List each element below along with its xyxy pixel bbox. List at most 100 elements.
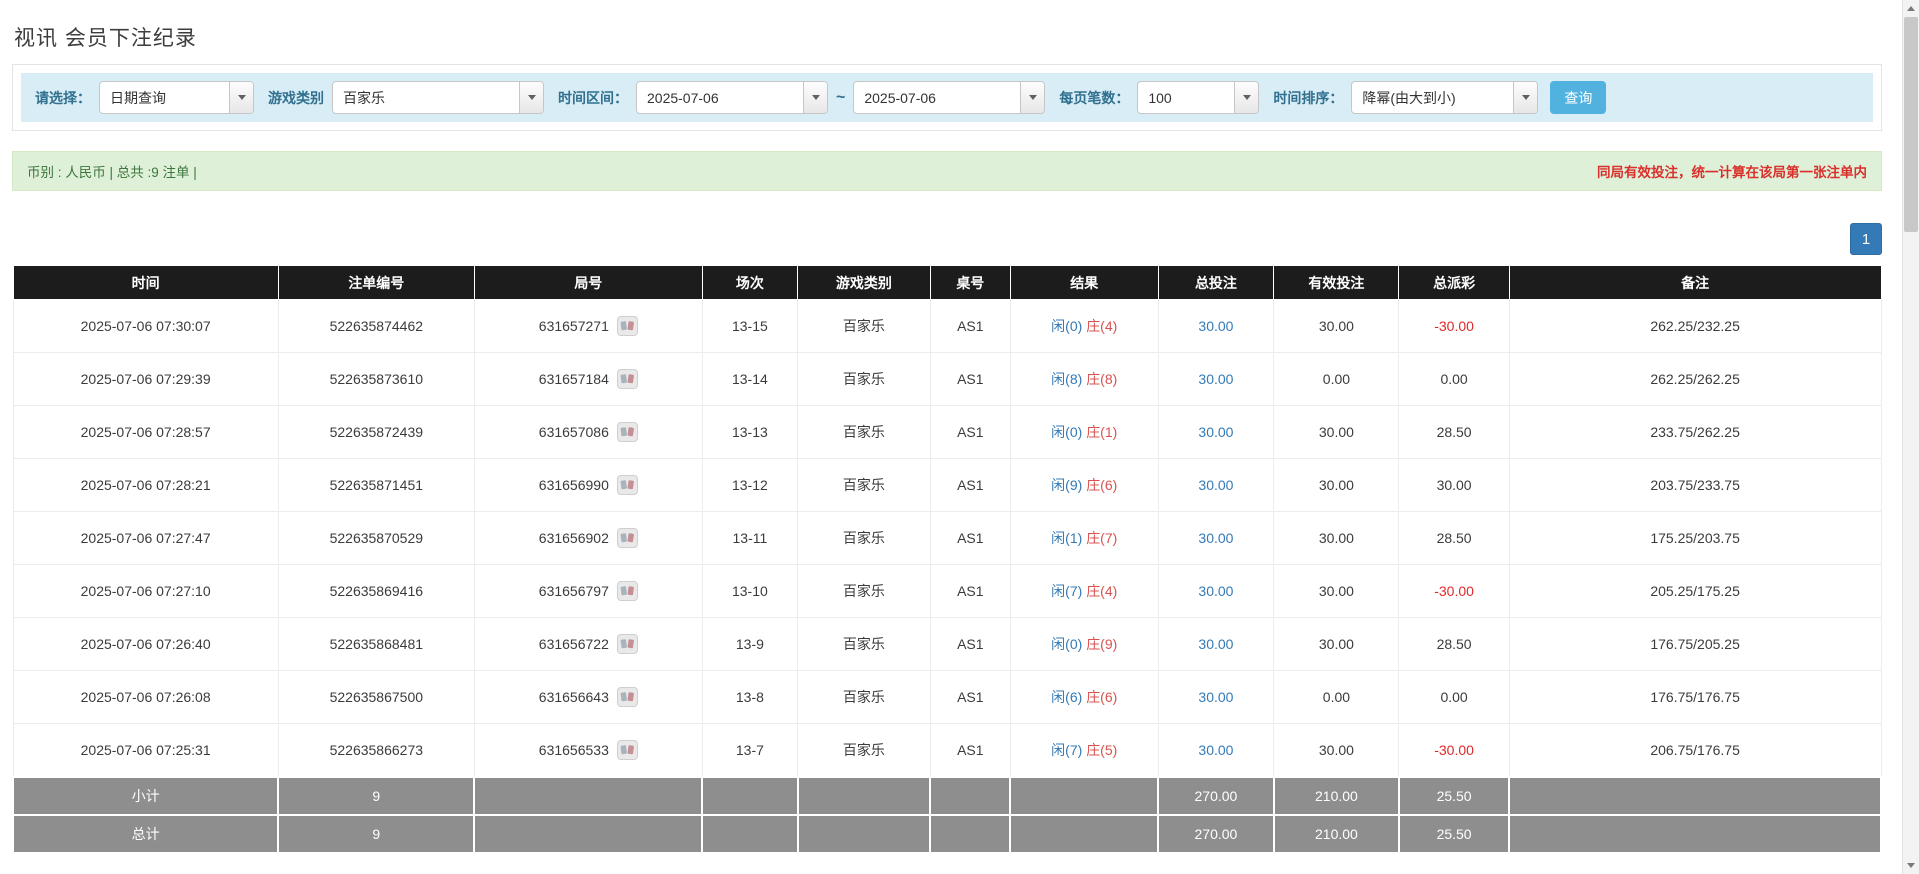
main-content: 视讯 会员下注纪录 请选择： 游戏类别 时间区间： ~ 每页 [0, 0, 1902, 874]
cell-total-bet[interactable]: 30.00 [1158, 671, 1274, 724]
column-header: 注单编号 [278, 266, 474, 300]
grand-total-empty-cell [702, 815, 797, 853]
cell-round-id: 631656990 [474, 459, 702, 512]
query-type-select[interactable] [99, 81, 254, 114]
round-video-icon[interactable] [617, 369, 638, 389]
round-video-icon[interactable] [617, 740, 638, 760]
column-header: 备注 [1509, 266, 1881, 300]
cell-round-id: 631656722 [474, 618, 702, 671]
chevron-down-icon[interactable] [803, 82, 827, 113]
cell-total-bet[interactable]: 30.00 [1158, 353, 1274, 406]
cell-total-bet[interactable]: 30.00 [1158, 724, 1274, 777]
result-banker: 庄(6) [1086, 689, 1117, 705]
grand-total-empty-cell [1509, 815, 1881, 853]
cell-session: 13-11 [702, 512, 797, 565]
cell-total-bet[interactable]: 30.00 [1158, 618, 1274, 671]
result-player: 闲(6) [1051, 689, 1082, 705]
scrollbar-up-arrow[interactable] [1903, 0, 1919, 17]
range-separator: ~ [836, 89, 845, 107]
column-header: 场次 [702, 266, 797, 300]
round-video-icon[interactable] [617, 422, 638, 442]
date-to-select[interactable] [853, 81, 1045, 114]
round-video-icon[interactable] [617, 581, 638, 601]
search-button[interactable]: 查询 [1550, 81, 1606, 114]
date-from-value[interactable] [637, 82, 803, 113]
cell-time: 2025-07-06 07:30:07 [13, 300, 278, 353]
cell-game-type: 百家乐 [798, 353, 931, 406]
scrollbar[interactable] [1902, 0, 1919, 874]
chevron-down-icon[interactable] [1020, 82, 1044, 113]
cell-valid-bet: 30.00 [1274, 406, 1399, 459]
scrollbar-thumb[interactable] [1904, 17, 1918, 232]
result-banker: 庄(7) [1086, 530, 1117, 546]
subtotal-empty-cell [1010, 777, 1158, 815]
time-range-label: 时间区间： [558, 88, 628, 108]
round-video-icon[interactable] [617, 528, 638, 548]
cell-round-id: 631656797 [474, 565, 702, 618]
cell-valid-bet: 30.00 [1274, 565, 1399, 618]
round-video-icon[interactable] [617, 687, 638, 707]
round-video-icon[interactable] [617, 316, 638, 336]
result-player: 闲(7) [1051, 742, 1082, 758]
cell-valid-bet: 30.00 [1274, 512, 1399, 565]
cell-result: 闲(7) 庄(5) [1010, 724, 1158, 777]
cell-remark: 176.75/205.25 [1509, 618, 1881, 671]
cell-bet-id: 522635868481 [278, 618, 474, 671]
cell-total-bet[interactable]: 30.00 [1158, 565, 1274, 618]
page-button-1[interactable]: 1 [1850, 223, 1882, 255]
bet-records-table: 时间注单编号局号场次游戏类别桌号结果总投注有效投注总派彩备注 2025-07-0… [12, 265, 1882, 854]
chevron-down-icon[interactable] [1513, 82, 1537, 113]
filter-bar: 请选择： 游戏类别 时间区间： ~ 每页笔数： [21, 73, 1873, 122]
subtotal-empty-cell [930, 777, 1010, 815]
sort-order-select[interactable] [1351, 81, 1538, 114]
game-type-label: 游戏类别 [268, 88, 324, 108]
cell-session: 13-12 [702, 459, 797, 512]
subtotal-total-bet: 270.00 [1158, 777, 1274, 815]
cell-game-type: 百家乐 [798, 459, 931, 512]
chevron-down-icon[interactable] [1234, 82, 1258, 113]
grand-total-row: 总计 9 270.00 210.00 25.50 [13, 815, 1881, 853]
date-to-value[interactable] [854, 82, 1020, 113]
chevron-down-icon[interactable] [519, 82, 543, 113]
sort-order-value[interactable] [1352, 82, 1513, 113]
round-video-icon[interactable] [617, 634, 638, 654]
cell-table-no: AS1 [930, 512, 1010, 565]
cell-remark: 262.25/262.25 [1509, 353, 1881, 406]
page-size-select[interactable] [1137, 81, 1259, 114]
column-header: 总派彩 [1399, 266, 1509, 300]
cell-result: 闲(1) 庄(7) [1010, 512, 1158, 565]
grand-total-empty-cell [1010, 815, 1158, 853]
cell-remark: 262.25/232.25 [1509, 300, 1881, 353]
cell-total-bet[interactable]: 30.00 [1158, 512, 1274, 565]
round-id-text: 631657184 [539, 371, 609, 387]
grand-total-empty-cell [798, 815, 931, 853]
cell-total-bet[interactable]: 30.00 [1158, 300, 1274, 353]
cell-result: 闲(0) 庄(9) [1010, 618, 1158, 671]
game-type-select[interactable] [332, 81, 544, 114]
cell-round-id: 631656533 [474, 724, 702, 777]
page-size-value[interactable] [1138, 82, 1234, 113]
cell-remark: 175.25/203.75 [1509, 512, 1881, 565]
result-player: 闲(7) [1051, 583, 1082, 599]
cell-total-bet[interactable]: 30.00 [1158, 406, 1274, 459]
date-from-select[interactable] [636, 81, 828, 114]
chevron-down-icon[interactable] [229, 82, 253, 113]
cell-bet-id: 522635866273 [278, 724, 474, 777]
cell-time: 2025-07-06 07:27:47 [13, 512, 278, 565]
scrollbar-down-arrow[interactable] [1903, 857, 1919, 874]
cell-bet-id: 522635872439 [278, 406, 474, 459]
grand-total-payout: 25.50 [1399, 815, 1509, 853]
cell-session: 13-13 [702, 406, 797, 459]
cell-remark: 176.75/176.75 [1509, 671, 1881, 724]
subtotal-payout: 25.50 [1399, 777, 1509, 815]
result-player: 闲(9) [1051, 477, 1082, 493]
cell-result: 闲(9) 庄(6) [1010, 459, 1158, 512]
cell-time: 2025-07-06 07:25:31 [13, 724, 278, 777]
cell-total-bet[interactable]: 30.00 [1158, 459, 1274, 512]
query-type-value[interactable] [100, 82, 229, 113]
round-video-icon[interactable] [617, 475, 638, 495]
game-type-value[interactable] [333, 82, 519, 113]
round-id-text: 631656902 [539, 530, 609, 546]
cell-table-no: AS1 [930, 459, 1010, 512]
cell-time: 2025-07-06 07:26:08 [13, 671, 278, 724]
